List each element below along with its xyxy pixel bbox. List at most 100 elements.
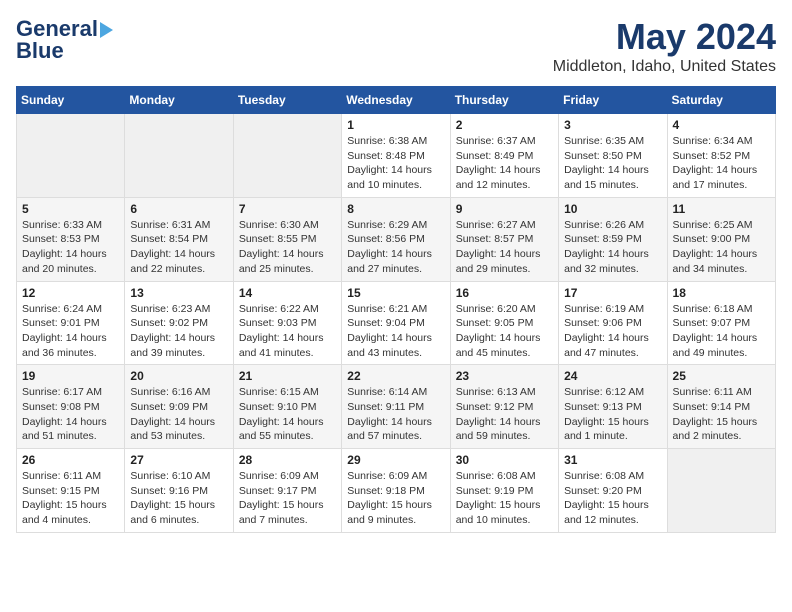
day-number: 1 <box>347 118 444 132</box>
calendar-cell: 25 Sunrise: 6:11 AMSunset: 9:14 PMDayligh… <box>667 365 775 449</box>
day-number: 3 <box>564 118 661 132</box>
calendar-cell: 10 Sunrise: 6:26 AMSunset: 8:59 PMDayligh… <box>559 197 667 281</box>
day-info: Sunrise: 6:09 AMSunset: 9:17 PMDaylight:… <box>239 469 336 528</box>
day-info: Sunrise: 6:15 AMSunset: 9:10 PMDaylight:… <box>239 385 336 444</box>
header-tuesday: Tuesday <box>233 87 341 114</box>
calendar-cell: 15 Sunrise: 6:21 AMSunset: 9:04 PMDayligh… <box>342 281 450 365</box>
calendar-cell: 9 Sunrise: 6:27 AMSunset: 8:57 PMDaylight… <box>450 197 558 281</box>
header-thursday: Thursday <box>450 87 558 114</box>
day-number: 9 <box>456 202 553 216</box>
day-info: Sunrise: 6:37 AMSunset: 8:49 PMDaylight:… <box>456 134 553 193</box>
calendar-cell: 4 Sunrise: 6:34 AMSunset: 8:52 PMDaylight… <box>667 114 775 198</box>
subtitle: Middleton, Idaho, United States <box>553 58 776 76</box>
day-number: 11 <box>673 202 770 216</box>
calendar-cell: 13Sunrise: 6:23 AMSunset: 9:02 PMDayligh… <box>125 281 233 365</box>
day-info: Sunrise: 6:17 AMSunset: 9:08 PMDaylight:… <box>22 385 119 444</box>
calendar-cell: 30Sunrise: 6:08 AMSunset: 9:19 PMDayligh… <box>450 449 558 533</box>
day-info: Sunrise: 6:10 AMSunset: 9:16 PMDaylight:… <box>130 469 227 528</box>
calendar-cell: 26 Sunrise: 6:11 AMSunset: 9:15 PMDayligh… <box>17 449 125 533</box>
calendar-cell: 31 Sunrise: 6:08 AMSunset: 9:20 PMDayligh… <box>559 449 667 533</box>
day-number: 2 <box>456 118 553 132</box>
day-number: 16 <box>456 286 553 300</box>
day-number: 24 <box>564 369 661 383</box>
day-number: 19 <box>22 369 119 383</box>
day-info: Sunrise: 6:35 AMSunset: 8:50 PMDaylight:… <box>564 134 661 193</box>
day-number: 4 <box>673 118 770 132</box>
calendar-cell: 11 Sunrise: 6:25 AMSunset: 9:00 PMDayligh… <box>667 197 775 281</box>
calendar-cell <box>233 114 341 198</box>
calendar-cell: 16 Sunrise: 6:20 AMSunset: 9:05 PMDayligh… <box>450 281 558 365</box>
day-info: Sunrise: 6:20 AMSunset: 9:05 PMDaylight:… <box>456 302 553 361</box>
header-sunday: Sunday <box>17 87 125 114</box>
day-number: 5 <box>22 202 119 216</box>
day-info: Sunrise: 6:29 AMSunset: 8:56 PMDaylight:… <box>347 218 444 277</box>
calendar-cell: 21Sunrise: 6:15 AMSunset: 9:10 PMDayligh… <box>233 365 341 449</box>
calendar-cell <box>667 449 775 533</box>
day-info: Sunrise: 6:34 AMSunset: 8:52 PMDaylight:… <box>673 134 770 193</box>
day-number: 29 <box>347 453 444 467</box>
calendar-week-1: 1 Sunrise: 6:38 AMSunset: 8:48 PMDaylight… <box>17 114 776 198</box>
calendar-cell: 19 Sunrise: 6:17 AMSunset: 9:08 PMDayligh… <box>17 365 125 449</box>
calendar-cell: 23 Sunrise: 6:13 AMSunset: 9:12 PMDayligh… <box>450 365 558 449</box>
calendar-cell: 24 Sunrise: 6:12 AMSunset: 9:13 PMDayligh… <box>559 365 667 449</box>
header-friday: Friday <box>559 87 667 114</box>
day-number: 27 <box>130 453 227 467</box>
day-number: 22 <box>347 369 444 383</box>
day-number: 20 <box>130 369 227 383</box>
day-number: 28 <box>239 453 336 467</box>
day-info: Sunrise: 6:26 AMSunset: 8:59 PMDaylight:… <box>564 218 661 277</box>
day-number: 26 <box>22 453 119 467</box>
day-number: 10 <box>564 202 661 216</box>
day-number: 12 <box>22 286 119 300</box>
day-number: 15 <box>347 286 444 300</box>
day-info: Sunrise: 6:13 AMSunset: 9:12 PMDaylight:… <box>456 385 553 444</box>
day-number: 25 <box>673 369 770 383</box>
calendar-cell <box>125 114 233 198</box>
day-number: 17 <box>564 286 661 300</box>
day-info: Sunrise: 6:24 AMSunset: 9:01 PMDaylight:… <box>22 302 119 361</box>
header-saturday: Saturday <box>667 87 775 114</box>
calendar-cell: 14Sunrise: 6:22 AMSunset: 9:03 PMDayligh… <box>233 281 341 365</box>
calendar-table: Sunday Monday Tuesday Wednesday Thursday… <box>16 86 776 533</box>
calendar-week-5: 26 Sunrise: 6:11 AMSunset: 9:15 PMDayligh… <box>17 449 776 533</box>
main-title: May 2024 <box>553 16 776 58</box>
calendar-week-3: 12 Sunrise: 6:24 AMSunset: 9:01 PMDayligh… <box>17 281 776 365</box>
logo: General Blue <box>16 16 113 64</box>
calendar-week-4: 19 Sunrise: 6:17 AMSunset: 9:08 PMDayligh… <box>17 365 776 449</box>
day-number: 23 <box>456 369 553 383</box>
day-number: 6 <box>130 202 227 216</box>
calendar-cell: 28 Sunrise: 6:09 AMSunset: 9:17 PMDayligh… <box>233 449 341 533</box>
calendar-cell: 27 Sunrise: 6:10 AMSunset: 9:16 PMDayligh… <box>125 449 233 533</box>
day-info: Sunrise: 6:30 AMSunset: 8:55 PMDaylight:… <box>239 218 336 277</box>
day-number: 31 <box>564 453 661 467</box>
calendar-cell: 6 Sunrise: 6:31 AMSunset: 8:54 PMDaylight… <box>125 197 233 281</box>
calendar-header-row: Sunday Monday Tuesday Wednesday Thursday… <box>17 87 776 114</box>
calendar-cell <box>17 114 125 198</box>
day-info: Sunrise: 6:31 AMSunset: 8:54 PMDaylight:… <box>130 218 227 277</box>
day-info: Sunrise: 6:12 AMSunset: 9:13 PMDaylight:… <box>564 385 661 444</box>
header-wednesday: Wednesday <box>342 87 450 114</box>
day-info: Sunrise: 6:33 AMSunset: 8:53 PMDaylight:… <box>22 218 119 277</box>
calendar-cell: 8Sunrise: 6:29 AMSunset: 8:56 PMDaylight… <box>342 197 450 281</box>
day-info: Sunrise: 6:08 AMSunset: 9:20 PMDaylight:… <box>564 469 661 528</box>
header-monday: Monday <box>125 87 233 114</box>
day-info: Sunrise: 6:22 AMSunset: 9:03 PMDaylight:… <box>239 302 336 361</box>
calendar-cell: 1 Sunrise: 6:38 AMSunset: 8:48 PMDaylight… <box>342 114 450 198</box>
calendar-cell: 12 Sunrise: 6:24 AMSunset: 9:01 PMDayligh… <box>17 281 125 365</box>
day-info: Sunrise: 6:11 AMSunset: 9:15 PMDaylight:… <box>22 469 119 528</box>
calendar-cell: 29 Sunrise: 6:09 AMSunset: 9:18 PMDayligh… <box>342 449 450 533</box>
day-info: Sunrise: 6:27 AMSunset: 8:57 PMDaylight:… <box>456 218 553 277</box>
logo-arrow-icon <box>100 22 113 38</box>
title-area: May 2024 Middleton, Idaho, United States <box>553 16 776 76</box>
day-info: Sunrise: 6:25 AMSunset: 9:00 PMDaylight:… <box>673 218 770 277</box>
logo-blue-text: Blue <box>16 38 64 64</box>
calendar-cell: 22Sunrise: 6:14 AMSunset: 9:11 PMDayligh… <box>342 365 450 449</box>
day-number: 18 <box>673 286 770 300</box>
day-info: Sunrise: 6:11 AMSunset: 9:14 PMDaylight:… <box>673 385 770 444</box>
day-info: Sunrise: 6:09 AMSunset: 9:18 PMDaylight:… <box>347 469 444 528</box>
day-info: Sunrise: 6:23 AMSunset: 9:02 PMDaylight:… <box>130 302 227 361</box>
day-info: Sunrise: 6:38 AMSunset: 8:48 PMDaylight:… <box>347 134 444 193</box>
day-info: Sunrise: 6:21 AMSunset: 9:04 PMDaylight:… <box>347 302 444 361</box>
calendar-cell: 17Sunrise: 6:19 AMSunset: 9:06 PMDayligh… <box>559 281 667 365</box>
day-info: Sunrise: 6:08 AMSunset: 9:19 PMDaylight:… <box>456 469 553 528</box>
